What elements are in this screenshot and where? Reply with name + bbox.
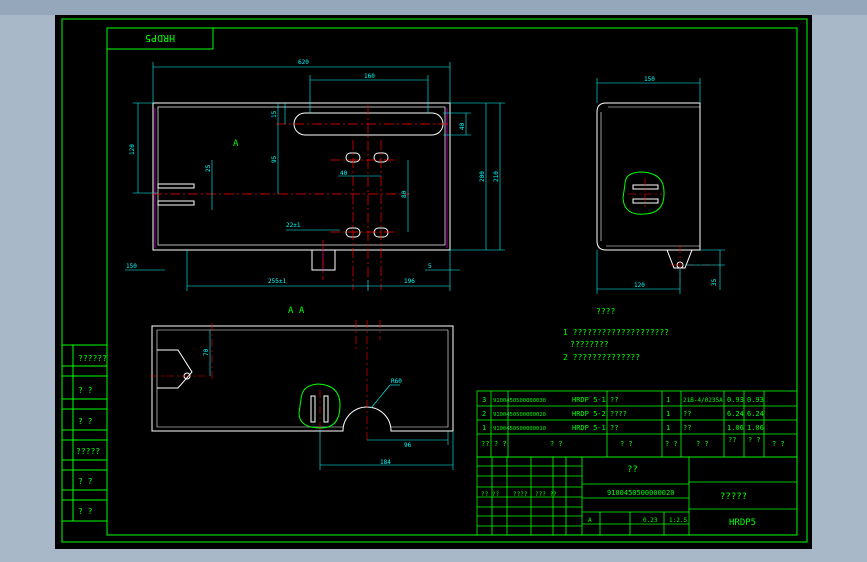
dim-text: 120 [129, 144, 136, 155]
dim-text: 35 [711, 278, 718, 286]
cad-drawing-canvas[interactable]: HRDP5 ?????? ? ? ? ? ????? ? ? ? ? 620 1… [0, 0, 867, 562]
drawing-sheet [55, 15, 812, 549]
dim-text: 40 [340, 170, 348, 177]
view-label-a: A [233, 139, 239, 149]
left-strip-cell: ? ? [78, 507, 93, 516]
note-line: 2 ?????????????? [563, 353, 640, 362]
bom-cell-no: 2 [482, 410, 486, 418]
bom-cell-no: 3 [482, 396, 486, 404]
bom-cell-w1: 6.24 [727, 410, 744, 418]
bom-header-cell: ? ? [665, 440, 678, 448]
dim-text: 15 [271, 110, 278, 118]
bom-cell-mat: ?? [683, 410, 691, 418]
left-strip-cell: ? ? [78, 417, 93, 426]
dim-text: 210 [493, 171, 500, 182]
bom-cell-qty: 1 [666, 410, 670, 418]
bom-header-cell: ? ? [550, 440, 563, 448]
left-strip-cell: ?????? [78, 354, 107, 363]
bom-cell-desc: ?? [610, 424, 618, 432]
bom-header-cell: ? ? [620, 440, 633, 448]
bom-cell-name: HRDP 5-2 [572, 410, 606, 418]
dim-text: 196 [404, 278, 415, 285]
dim-text: 160 [364, 73, 375, 80]
note-line: 1 ???????????????????? [563, 328, 669, 337]
title-block-company: ????? [720, 492, 747, 502]
dim-text: 80 [401, 190, 408, 198]
title-block-scale: 0.23 [643, 517, 658, 524]
bom-header-cell: ? ? [748, 436, 761, 444]
dim-text: 70 [203, 348, 210, 356]
bom-header-cell: ? ? [696, 440, 709, 448]
view-label-aa: A A [288, 306, 305, 316]
dim-text: 120 [634, 282, 645, 289]
title-block-sign: ?? ?? [481, 491, 499, 498]
dim-text: R60 [391, 378, 402, 385]
dim-text: 96 [404, 442, 412, 449]
bom-header-cell: ?? [481, 440, 489, 448]
note-line: ???????? [570, 340, 609, 349]
bom-cell-mat: ?? [683, 424, 691, 432]
dim-text: 150 [126, 263, 137, 270]
dim-text: 150 [644, 76, 655, 83]
bom-cell-name: HRDP 5-1 [572, 396, 606, 404]
bom-header-cell: ?? [728, 436, 736, 444]
bom-cell-no: 1 [482, 424, 486, 432]
bom-cell-w1: 0.93 [727, 396, 744, 404]
notes-title: ???? [596, 307, 615, 316]
left-strip-cell: ? ? [78, 386, 93, 395]
flipped-title: HRDP5 [145, 32, 175, 43]
left-strip-cell: ? ? [78, 477, 93, 486]
bom-cell-qty: 1 [666, 396, 670, 404]
bom-cell-name: HRDP 5-1 [572, 424, 606, 432]
dim-text: 22±1 [286, 222, 301, 229]
bom-cell-code: 9100450500000030 [493, 398, 546, 404]
dim-text: 25 [205, 164, 212, 172]
title-block-code: 9100450500000020 [607, 489, 674, 497]
bom-header-cell: ? ? [494, 440, 507, 448]
bom-cell-w1: 1.06 [727, 424, 744, 432]
bom-cell-w2: 1.06 [747, 424, 764, 432]
bom-cell-desc: ???? [610, 410, 627, 418]
dim-text: 40 [459, 122, 466, 130]
title-block-sign: ??? ?? [535, 491, 557, 498]
bom-header-cell: ? ? [772, 440, 785, 448]
bom-cell-w2: 0.93 [747, 396, 764, 404]
title-block-sign: ???? [513, 491, 528, 498]
bom-cell-w2: 6.24 [747, 410, 764, 418]
dim-text: 184 [380, 459, 391, 466]
dim-text: 200 [479, 171, 486, 182]
dim-text: 255±1 [268, 278, 286, 285]
dim-text: 5 [428, 263, 432, 270]
bom-cell-desc: ?? [610, 396, 618, 404]
left-strip-cell: ????? [76, 447, 100, 456]
title-block-drawing-no: HRDP5 [729, 518, 756, 528]
dim-text: 620 [298, 59, 309, 66]
title-block-stage: A [588, 517, 592, 524]
top-toolbar-strip [0, 0, 867, 15]
bom-cell-code: 9100450500000020 [493, 412, 546, 418]
bom-cell-code: 9100450500000010 [493, 426, 546, 432]
bom-cell-mat: 21B-4/0235A [683, 397, 723, 404]
dim-text: 95 [271, 155, 278, 163]
title-block-name: ?? [627, 465, 638, 475]
bom-cell-qty: 1 [666, 424, 670, 432]
title-block-ratio: 1:2.5 [669, 517, 687, 524]
